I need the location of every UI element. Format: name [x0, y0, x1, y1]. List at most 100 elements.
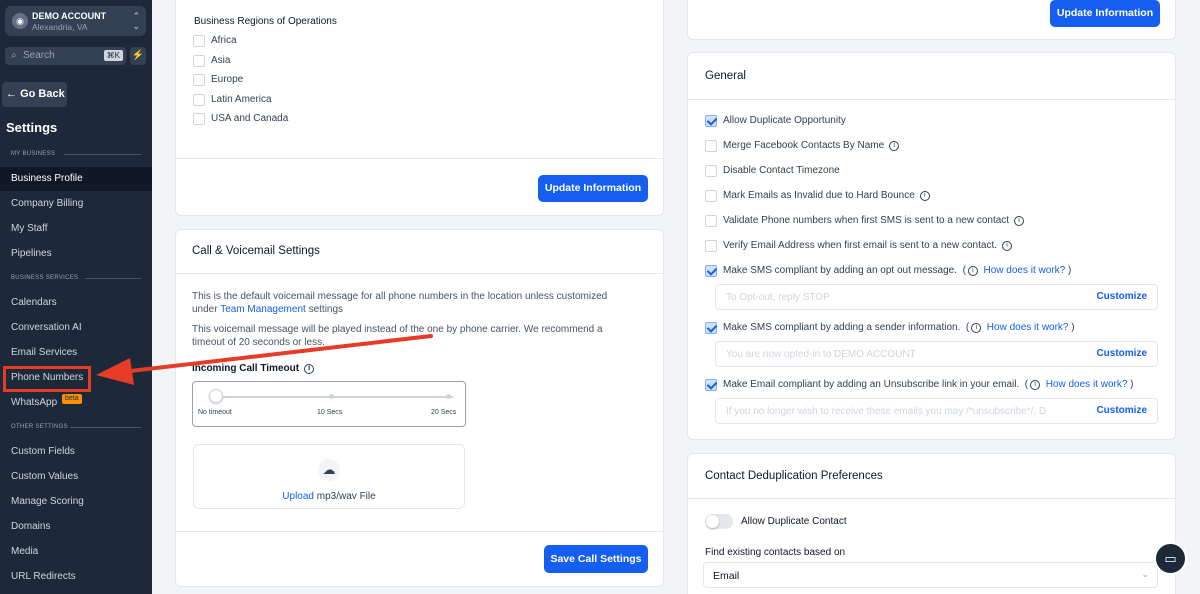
select-value: Email	[713, 570, 740, 582]
sms-sender-info-field[interactable]: You are now opted-in to DEMO ACCOUNT Cus…	[715, 341, 1158, 367]
sidebar-item-media[interactable]: Media	[0, 540, 152, 564]
save-call-settings-button[interactable]: Save Call Settings	[544, 545, 648, 573]
option-label: Make SMS compliant by adding a sender in…	[723, 322, 1075, 333]
customize-button[interactable]: Customize	[1092, 405, 1147, 416]
option-label: Disable Contact Timezone	[723, 165, 840, 176]
go-back-label: Go Back	[20, 88, 65, 100]
slider-label: No timeout	[198, 409, 232, 416]
toggle-label: Allow Duplicate Contact	[741, 516, 847, 527]
sidebar-item-pipelines[interactable]: Pipelines	[0, 242, 152, 266]
divider	[70, 427, 141, 428]
how-does-it-work-link[interactable]: How does it work?	[1046, 379, 1128, 390]
update-information-button[interactable]: Update Information	[538, 175, 648, 202]
sidebar-item-business-profile[interactable]: Business Profile	[0, 167, 152, 191]
bolt-icon[interactable]: ⚡	[130, 47, 146, 65]
account-name: DEMO ACCOUNT	[32, 11, 107, 21]
upload-text: Upload mp3/wav File	[194, 491, 464, 502]
divider	[64, 154, 141, 155]
sidebar-item-url-redirects[interactable]: URL Redirects	[0, 565, 152, 589]
field-placeholder: If you no longer wish to receive these e…	[726, 406, 1047, 417]
info-icon[interactable]: i	[971, 323, 982, 333]
info-icon[interactable]: i	[889, 141, 900, 151]
email-unsubscribe-field[interactable]: If you no longer wish to receive these e…	[715, 398, 1158, 424]
allow-duplicate-toggle[interactable]	[705, 514, 733, 529]
region-label: Latin America	[211, 94, 272, 105]
sms-opt-out-field[interactable]: To Opt-out, reply STOP Customize	[715, 284, 1158, 310]
checkbox-latin-america[interactable]	[193, 94, 205, 106]
option-text: Make SMS compliant by adding an opt out …	[723, 265, 958, 276]
slider-handle[interactable]	[209, 389, 223, 403]
upload-dropzone[interactable]: ☁ Upload mp3/wav File	[193, 444, 465, 509]
option-label: Allow Duplicate Opportunity	[723, 115, 846, 126]
option-label: Make Email compliant by adding an Unsubs…	[723, 379, 1134, 390]
sidebar-item-manage-scoring[interactable]: Manage Scoring	[0, 490, 152, 514]
info-icon[interactable]: i	[1030, 380, 1041, 390]
account-switcher[interactable]: ◉ DEMO ACCOUNT Alexandria, VA ⌃ ⌄	[5, 6, 146, 36]
checkbox-disable-timezone[interactable]	[705, 165, 717, 177]
sidebar-item-custom-fields[interactable]: Custom Fields	[0, 440, 152, 464]
option-label: Mark Emails as Invalid due to Hard Bounc…	[723, 190, 930, 201]
sidebar: ◉ DEMO ACCOUNT Alexandria, VA ⌃ ⌄ ⌕ Searc…	[0, 0, 152, 594]
checkbox-sms-sender-info[interactable]	[705, 322, 717, 334]
search-shortcut: ⌘K	[103, 50, 123, 61]
chevron-updown-icon: ⌃ ⌄	[132, 11, 140, 31]
option-text: Disable Contact Timezone	[723, 165, 840, 176]
upload-format: mp3/wav File	[316, 491, 376, 502]
upload-cloud-icon: ☁	[318, 459, 340, 481]
checkbox-email-unsubscribe[interactable]	[705, 379, 717, 391]
go-back-button[interactable]: ← Go Back	[2, 82, 67, 107]
option-label: Validate Phone numbers when first SMS is…	[723, 215, 1025, 226]
customize-button[interactable]: Customize	[1092, 348, 1147, 359]
option-label: Verify Email Address when first email is…	[723, 240, 1013, 251]
settings-title: Settings	[6, 120, 58, 135]
checkbox-asia[interactable]	[193, 55, 205, 67]
sidebar-item-company-billing[interactable]: Company Billing	[0, 192, 152, 216]
sidebar-item-domains[interactable]: Domains	[0, 515, 152, 539]
general-title: General	[705, 70, 746, 82]
highlight-box	[3, 366, 91, 392]
arrow-left-icon: ←	[6, 88, 17, 100]
sidebar-item-calendars[interactable]: Calendars	[0, 291, 152, 315]
checkbox-europe[interactable]	[193, 74, 205, 86]
checkbox-merge-facebook[interactable]	[705, 140, 717, 152]
info-icon[interactable]: i	[1002, 241, 1013, 251]
checkbox-verify-email[interactable]	[705, 240, 717, 252]
chat-widget-icon[interactable]: ▭	[1154, 542, 1187, 575]
field-placeholder: To Opt-out, reply STOP	[726, 292, 830, 303]
find-contacts-select[interactable]: Email ⌄	[703, 562, 1158, 588]
account-location: Alexandria, VA	[32, 22, 88, 32]
upload-link[interactable]: Upload	[282, 491, 314, 502]
find-contacts-label: Find existing contacts based on	[705, 547, 846, 558]
checkbox-mark-emails-invalid[interactable]	[705, 190, 717, 202]
info-icon[interactable]: i	[1014, 216, 1025, 226]
business-info-card: Update Information	[687, 0, 1176, 40]
section-business-services: BUSINESS SERVICES	[11, 275, 79, 281]
divider	[688, 498, 1175, 499]
info-icon[interactable]: i	[919, 191, 930, 201]
update-information-button[interactable]: Update Information	[1050, 0, 1160, 27]
team-management-link[interactable]: Team Management	[220, 304, 306, 315]
checkbox-africa[interactable]	[193, 35, 205, 47]
divider	[176, 273, 663, 274]
how-does-it-work-link[interactable]: How does it work?	[987, 322, 1069, 333]
checkbox-validate-phone[interactable]	[705, 215, 717, 227]
checkbox-sms-opt-out[interactable]	[705, 265, 717, 277]
sidebar-item-my-staff[interactable]: My Staff	[0, 217, 152, 241]
info-icon[interactable]: i	[967, 266, 978, 276]
region-label: Africa	[211, 35, 237, 46]
region-label: Asia	[211, 55, 231, 66]
option-text: Make SMS compliant by adding a sender in…	[723, 322, 961, 333]
toggle-knob	[706, 515, 719, 528]
how-does-it-work-link[interactable]: How does it work?	[983, 265, 1065, 276]
customize-button[interactable]: Customize	[1092, 291, 1147, 302]
sidebar-item-custom-values[interactable]: Custom Values	[0, 465, 152, 489]
region-label: USA and Canada	[211, 113, 289, 124]
search-input[interactable]: ⌕ Search ⌘K	[5, 47, 126, 65]
slider-label: 20 Secs	[431, 409, 457, 416]
checkbox-usa-canada[interactable]	[193, 113, 205, 125]
beta-badge: beta	[62, 394, 82, 404]
checkbox-allow-duplicate-opportunity[interactable]	[705, 115, 717, 127]
region-label: Europe	[211, 74, 244, 85]
option-text: Mark Emails as Invalid due to Hard Bounc…	[723, 190, 915, 201]
search-icon: ⌕	[11, 50, 17, 61]
